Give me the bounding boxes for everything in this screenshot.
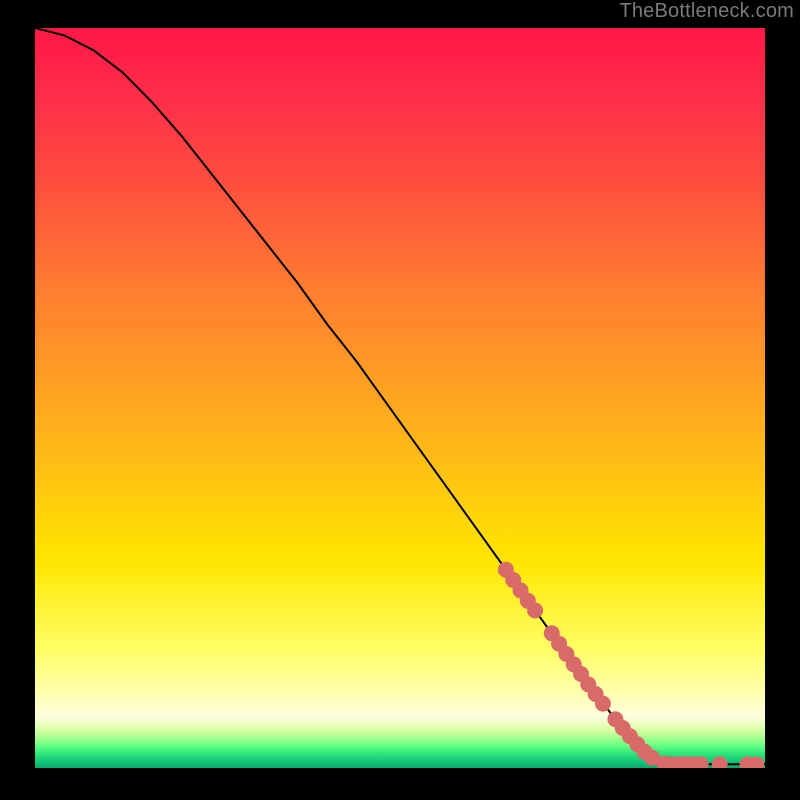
watermark-text: TheBottleneck.com xyxy=(619,0,794,23)
chart-overlay xyxy=(35,28,765,768)
bottleneck-curve xyxy=(35,28,765,764)
data-marker xyxy=(527,602,543,618)
data-marker xyxy=(712,756,728,768)
plot-area xyxy=(35,28,765,768)
chart-container: TheBottleneck.com xyxy=(0,0,800,800)
data-marker xyxy=(595,696,611,712)
data-markers xyxy=(498,562,764,768)
